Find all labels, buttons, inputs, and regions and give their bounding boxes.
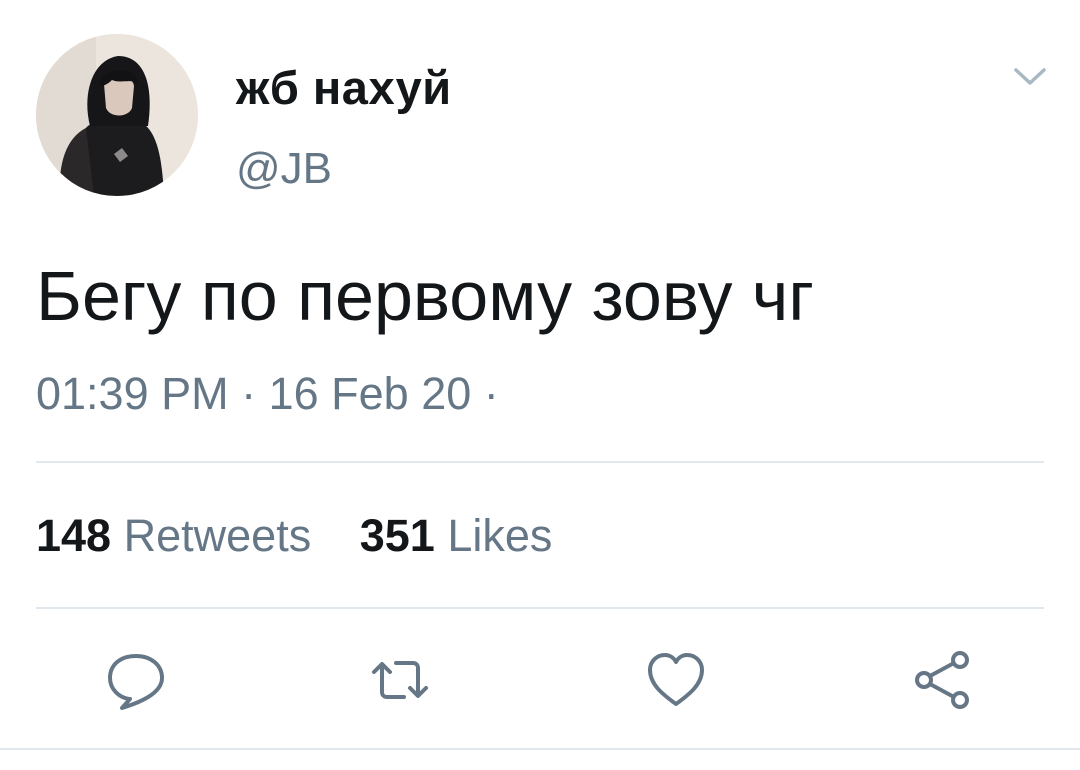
heart-icon [648,653,704,706]
divider [0,748,1080,750]
retweet-icon [372,661,428,699]
reply-icon [108,654,164,710]
display-name[interactable]: жб нахуй [236,60,452,115]
avatar[interactable] [36,34,198,196]
tweet-timestamp[interactable]: 01:39 PM · 16 Feb 20 · [36,368,499,420]
user-handle[interactable]: @JB [236,144,332,194]
share-icon [915,651,969,709]
retweets-stat[interactable]: 148 Retweets [36,510,324,561]
retweets-label: Retweets [123,510,312,561]
like-button[interactable] [644,648,708,712]
retweets-count: 148 [36,510,112,561]
divider [36,607,1044,609]
chevron-down-icon[interactable] [1010,62,1050,90]
reply-button[interactable] [104,648,168,712]
tweet-detail: жб нахуй @JB Бегу по первому зову чг 01:… [0,0,1080,770]
share-button[interactable] [910,648,974,712]
tweet-stats: 148 Retweets 351 Likes [36,510,552,562]
likes-stat[interactable]: 351 Likes [360,510,553,561]
divider [36,461,1044,463]
tweet-text: Бегу по первому зову чг [36,257,814,335]
retweet-button[interactable] [368,648,432,712]
avatar-photo [36,34,198,196]
likes-count: 351 [359,510,435,561]
likes-label: Likes [447,510,553,561]
